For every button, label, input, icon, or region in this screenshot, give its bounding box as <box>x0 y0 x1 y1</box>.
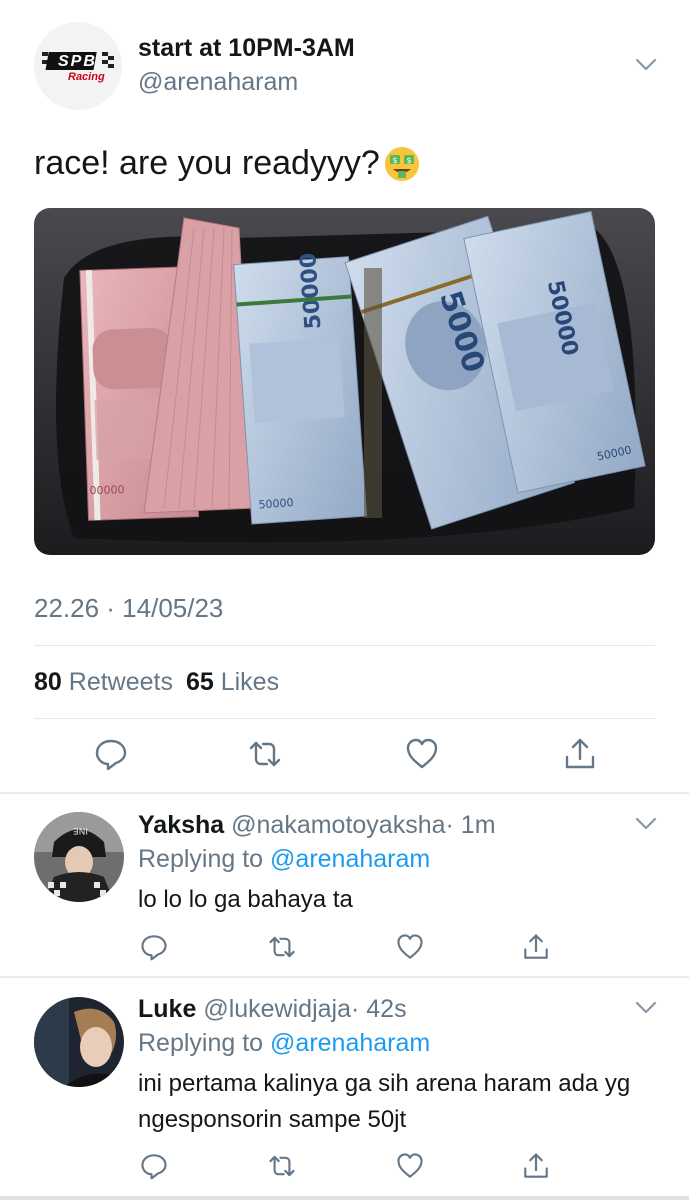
divider <box>0 976 689 978</box>
retweet-icon[interactable] <box>268 933 296 961</box>
money-stacks-photo: 00000 50000 50000 5000 00005 <box>34 208 655 555</box>
chevron-down-icon[interactable] <box>635 817 657 831</box>
replying-label: Replying to <box>138 845 264 873</box>
replying-to: Replying to @arenaharam <box>138 1029 430 1058</box>
share-icon[interactable] <box>522 933 550 961</box>
retweet-icon[interactable] <box>268 1152 296 1180</box>
reply-time: · 1m <box>445 811 496 839</box>
like-icon[interactable] <box>405 737 439 771</box>
chevron-down-icon[interactable] <box>635 1001 657 1015</box>
tweet-timestamp[interactable]: 22.26 · 14/05/23 <box>34 593 223 624</box>
user-handle[interactable]: @arenaharam <box>138 68 298 97</box>
tweet-text: race! are you readyyy? $ $ <box>34 144 420 183</box>
likes-label[interactable]: Likes <box>221 668 279 696</box>
retweets-label[interactable]: Retweets <box>69 668 173 696</box>
retweet-icon[interactable] <box>248 737 282 771</box>
reply-icon[interactable] <box>140 933 168 961</box>
money-mouth-face-icon: $ $ <box>384 146 419 181</box>
reply-handle[interactable]: @nakamotoyaksha <box>231 811 445 839</box>
like-icon[interactable] <box>396 1152 424 1180</box>
display-name[interactable]: start at 10PM-3AM <box>138 34 355 63</box>
reply-header: Luke @lukewidjaja· 42s <box>138 995 407 1024</box>
user-avatar-yaksha: INE <box>34 812 124 902</box>
tweet-body: race! are you readyyy? <box>34 144 380 182</box>
like-icon[interactable] <box>396 933 424 961</box>
reply-icon[interactable] <box>94 737 128 771</box>
divider <box>0 792 689 794</box>
reply-text: lo lo lo ga bahaya ta <box>138 886 353 913</box>
replying-to-link[interactable]: @arenaharam <box>270 845 430 873</box>
reply-handle[interactable]: @lukewidjaja <box>203 995 351 1023</box>
reply-icon[interactable] <box>140 1152 168 1180</box>
reply-time: · 42s <box>350 995 407 1023</box>
tweet-photo[interactable]: 00000 50000 50000 5000 00005 <box>34 208 655 555</box>
retweets-count[interactable]: 80 <box>34 668 62 696</box>
svg-text:$: $ <box>392 156 397 165</box>
avatar[interactable]: INE <box>34 812 124 902</box>
reply-text: ini pertama kalinya ga sih arena haram a… <box>138 1070 631 1133</box>
tweet-stats: 80 Retweets 65 Likes <box>34 668 279 697</box>
logo-subtext: Racing <box>68 71 105 83</box>
chevron-down-icon[interactable] <box>635 58 657 72</box>
reply-header: Yaksha @nakamotoyaksha· 1m <box>138 811 496 840</box>
replying-label: Replying to <box>138 1029 264 1057</box>
user-avatar-luke <box>34 997 124 1087</box>
logo-text: SPB <box>58 53 97 70</box>
avatar[interactable]: SPB Racing <box>34 22 122 110</box>
svg-text:$: $ <box>406 156 411 165</box>
banknote-label: 50000 <box>258 496 294 511</box>
banknote-label: 50000 <box>296 252 326 330</box>
replying-to-link[interactable]: @arenaharam <box>270 1029 430 1057</box>
likes-count[interactable]: 65 <box>186 668 214 696</box>
banknote-label: 00000 <box>89 483 124 497</box>
share-icon[interactable] <box>563 737 597 771</box>
divider <box>34 718 655 719</box>
replying-to: Replying to @arenaharam <box>138 845 430 874</box>
bottom-divider <box>0 1196 689 1200</box>
share-icon[interactable] <box>522 1152 550 1180</box>
svg-text:INE: INE <box>73 825 88 835</box>
reply-display-name[interactable]: Yaksha <box>138 811 224 839</box>
divider <box>34 645 655 646</box>
avatar[interactable] <box>34 997 124 1087</box>
reply-display-name[interactable]: Luke <box>138 995 196 1023</box>
